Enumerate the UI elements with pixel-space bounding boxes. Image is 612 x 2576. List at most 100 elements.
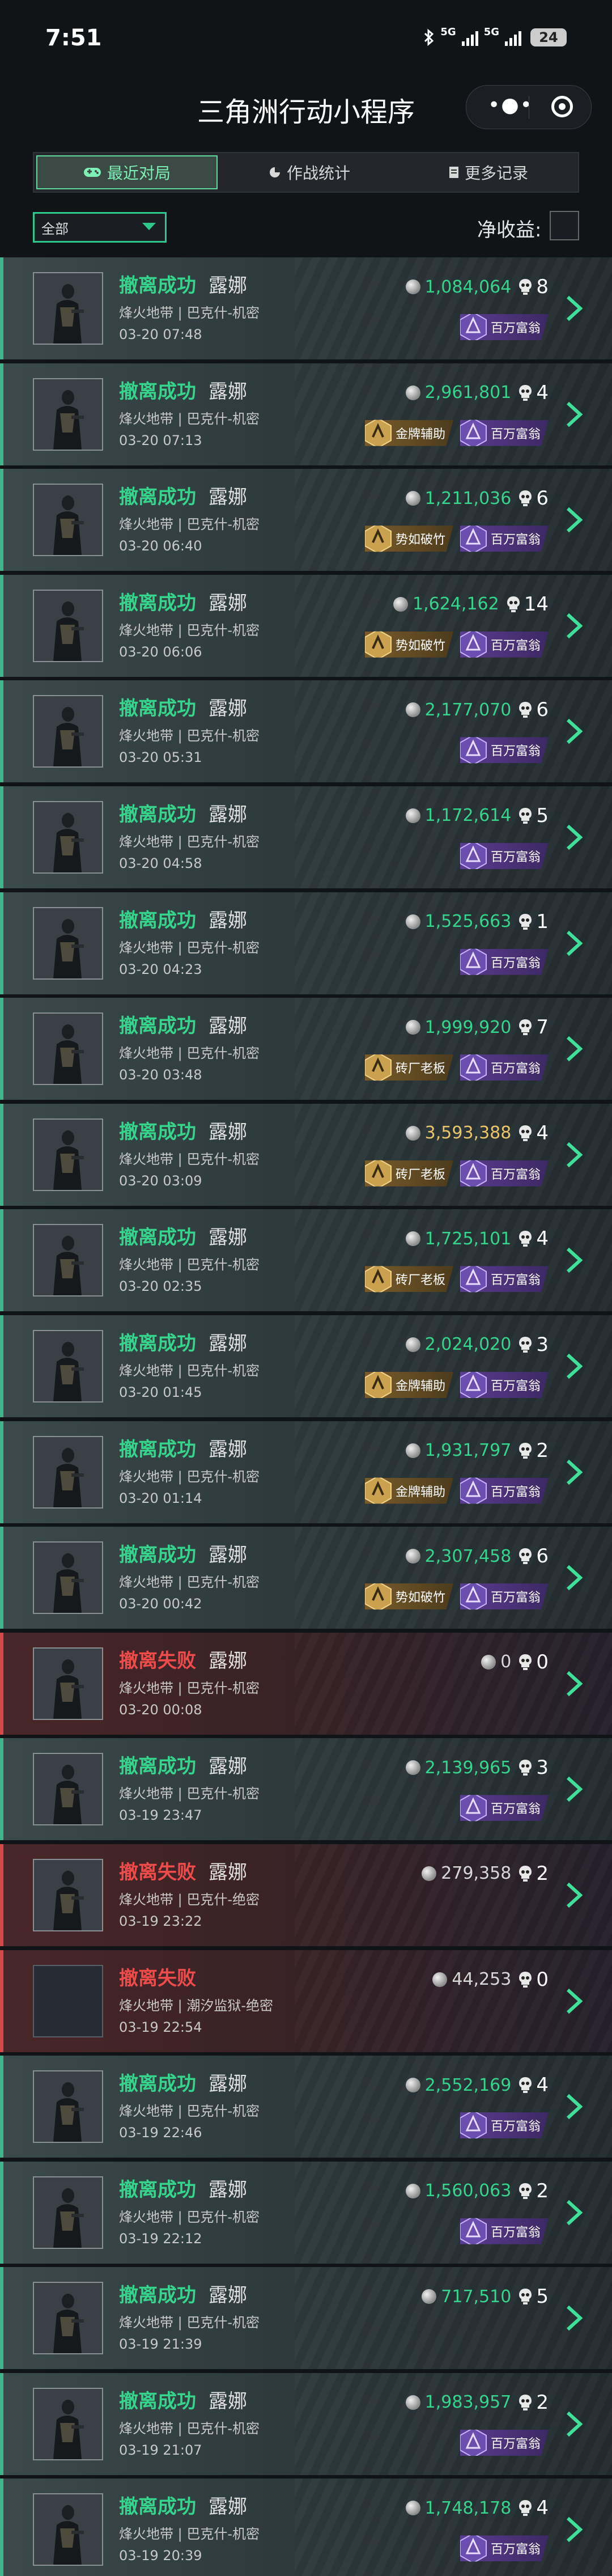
match-row[interactable]: 撤离成功 露娜 烽火地带 | 巴克什-机密 03-19 23:47 2,139,965 3… (0, 1738, 612, 1841)
chevron-right-icon (566, 2411, 583, 2437)
achievement-badge: 百万富翁 (460, 1371, 549, 1398)
match-time: 03-20 01:45 (119, 1384, 202, 1400)
match-stats: 00 (481, 1651, 549, 1673)
match-stats: 44,253 0 (432, 1968, 549, 1991)
match-time: 03-20 02:35 (119, 1278, 202, 1295)
match-stats: 3,593,388 4 (405, 1122, 549, 1145)
tab-more-records[interactable]: 更多记录 (399, 153, 578, 192)
row-accent (0, 2161, 3, 2264)
badge-icon (364, 631, 392, 658)
skull-icon (519, 1231, 532, 1247)
net-income-checkbox[interactable] (550, 211, 579, 240)
row-accent (0, 998, 3, 1100)
badge-group: 百万富翁 (460, 842, 549, 874)
match-row[interactable]: 撤离成功 露娜 烽火地带 | 巴克什-机密 03-20 07:48 1,084,064 8… (0, 257, 612, 359)
match-row[interactable]: 撤离成功 露娜 烽火地带 | 巴克什-机密 03-20 01:14 1,931,797 2… (0, 1421, 612, 1523)
operator-avatar (33, 1329, 103, 1403)
match-row[interactable]: 撤离成功 露娜 烽火地带 | 巴克什-机密 03-20 00:42 2,307,458 6… (0, 1527, 612, 1629)
chevron-right-icon (566, 295, 583, 321)
extracted-value: 0 (500, 1652, 512, 1672)
extraction-result: 撤离成功 (119, 380, 196, 403)
match-stats: 1,931,797 2 (405, 1439, 549, 1462)
match-row[interactable]: 撤离成功 露娜 烽火地带 | 巴克什-机密 03-20 02:35 1,725,101 4… (0, 1209, 612, 1312)
chevron-right-icon (566, 401, 583, 427)
operator-avatar (33, 2387, 103, 2460)
operator-name: 露娜 (209, 1755, 247, 1778)
skull-icon (519, 1548, 532, 1565)
match-row[interactable]: 撤离成功 露娜 烽火地带 | 巴克什-机密 03-20 04:58 1,172,614 5… (0, 786, 612, 888)
match-row[interactable]: 撤离成功 露娜 烽火地带 | 巴克什-机密 03-20 04:23 1,525,663 1… (0, 892, 612, 994)
match-time: 03-20 00:08 (119, 1701, 202, 1718)
extracted-value: 2,024,020 (424, 1334, 512, 1355)
row-accent (0, 1738, 3, 1841)
match-row[interactable]: 撤离成功 露娜 烽火地带 | 巴克什-机密 03-20 03:48 1,999,920 7… (0, 998, 612, 1100)
more-options-icon[interactable]: •●• (488, 95, 533, 116)
map-name: 烽火地带 | 巴克什-机密 (119, 728, 260, 744)
operator-name: 露娜 (209, 909, 247, 932)
match-row[interactable]: 撤离失败 露娜 烽火地带 | 巴克什-绝密 03-19 23:22 279,358 2 (0, 1844, 612, 1946)
extraction-result: 撤离失败 (119, 1861, 196, 1884)
skull-icon (519, 2289, 532, 2305)
map-name: 烽火地带 | 巴克什-机密 (119, 622, 260, 638)
match-row[interactable]: 撤离成功 露娜 烽火地带 | 巴克什-机密 03-19 21:39 717,510 5 (0, 2267, 612, 2370)
extracted-value: 279,358 (441, 1863, 512, 1884)
skull-icon (507, 596, 520, 612)
tab-recent-matches[interactable]: 最近对局 (36, 155, 218, 189)
coin-icon (432, 1972, 448, 1987)
map-name: 烽火地带 | 巴克什-机密 (119, 516, 260, 533)
map-name: 烽火地带 | 巴克什-机密 (119, 2420, 260, 2437)
row-accent (0, 363, 3, 465)
match-row[interactable]: 撤离成功 露娜 烽火地带 | 巴克什-机密 03-20 03:09 3,593,388 4… (0, 1103, 612, 1206)
badge-group: 百万富翁 (460, 2535, 549, 2566)
map-name: 烽火地带 | 巴克什-机密 (119, 2526, 260, 2543)
achievement-badge: 百万富翁 (460, 842, 549, 869)
operator-avatar (33, 2176, 103, 2249)
badge-label: 百万富翁 (490, 1591, 541, 1605)
match-row[interactable]: 撤离成功 露娜 烽火地带 | 巴克什-机密 03-20 07:13 2,961,801 4… (0, 363, 612, 465)
kill-count: 2 (536, 2179, 549, 2202)
achievement-badge: 砖厂老板 (364, 1266, 453, 1293)
mode-filter-dropdown[interactable]: 全部 (33, 212, 167, 243)
coin-icon (405, 2395, 420, 2410)
badge-icon (460, 948, 487, 975)
row-accent (0, 1421, 3, 1523)
match-row[interactable]: 撤离成功 露娜 烽火地带 | 巴克什-机密 03-19 22:12 1,560,063 2… (0, 2161, 612, 2264)
match-time: 03-19 23:22 (119, 1913, 202, 1929)
chevron-right-icon (566, 613, 583, 639)
match-time: 03-20 04:58 (119, 855, 202, 871)
tab-combat-stats[interactable]: 作战统计 (220, 153, 399, 192)
match-row[interactable]: 撤离成功 露娜 烽火地带 | 巴克什-机密 03-19 21:07 1,983,957 2… (0, 2372, 612, 2475)
match-row[interactable]: 撤离成功 露娜 烽火地带 | 巴克什-机密 03-20 05:31 2,177,070 6… (0, 680, 612, 783)
badge-icon (364, 1160, 392, 1187)
extracted-value: 1,983,957 (424, 2392, 512, 2413)
kill-count: 1 (536, 910, 549, 933)
map-name: 烽火地带 | 巴克什-机密 (119, 833, 260, 850)
operator-avatar (33, 1012, 103, 1086)
operator-name: 露娜 (209, 1649, 247, 1672)
network-type-2: 5G (483, 26, 499, 38)
row-accent (0, 1103, 3, 1206)
chevron-right-icon (566, 1036, 583, 1062)
match-row[interactable]: 撤离成功 露娜 烽火地带 | 巴克什-机密 03-20 01:45 2,024,020 3… (0, 1315, 612, 1417)
extracted-value: 1,931,797 (424, 1440, 512, 1461)
badge-icon (460, 2218, 487, 2244)
badge-label: 百万富翁 (490, 427, 541, 442)
extraction-result: 撤离成功 (119, 1755, 196, 1778)
match-row[interactable]: 撤离失败 烽火地带 | 潮汐监狱-绝密 03-19 22:54 44,253 0 (0, 1950, 612, 2052)
match-time: 03-20 06:40 (119, 538, 202, 554)
extracted-value: 1,725,101 (424, 1228, 512, 1249)
match-row[interactable]: 撤离成功 露娜 烽火地带 | 巴克什-机密 03-19 22:46 2,552,169 4… (0, 2056, 612, 2158)
coin-icon (405, 2183, 420, 2198)
extracted-value: 2,552,169 (424, 2075, 512, 2095)
badge-group: 势如破竹 百万富翁 (364, 631, 549, 662)
match-row[interactable]: 撤离成功 露娜 烽火地带 | 巴克什-机密 03-20 06:40 1,211,036 6… (0, 469, 612, 571)
chevron-right-icon (566, 824, 583, 850)
match-row[interactable]: 撤离成功 露娜 烽火地带 | 巴克什-机密 03-19 20:39 1,748,178 4… (0, 2478, 612, 2576)
match-row[interactable]: 撤离失败 露娜 烽火地带 | 巴克什-机密 03-20 00:08 0 0 (0, 1632, 612, 1735)
kill-count: 14 (524, 592, 549, 616)
match-row[interactable]: 撤离成功 露娜 烽火地带 | 巴克什-机密 03-20 06:06 1,624,162 1… (0, 574, 612, 677)
close-target-icon[interactable] (551, 96, 573, 117)
badge-label: 金牌辅助 (395, 427, 445, 442)
chevron-right-icon (566, 1142, 583, 1167)
badge-group: 金牌辅助 百万富翁 (364, 1371, 549, 1403)
